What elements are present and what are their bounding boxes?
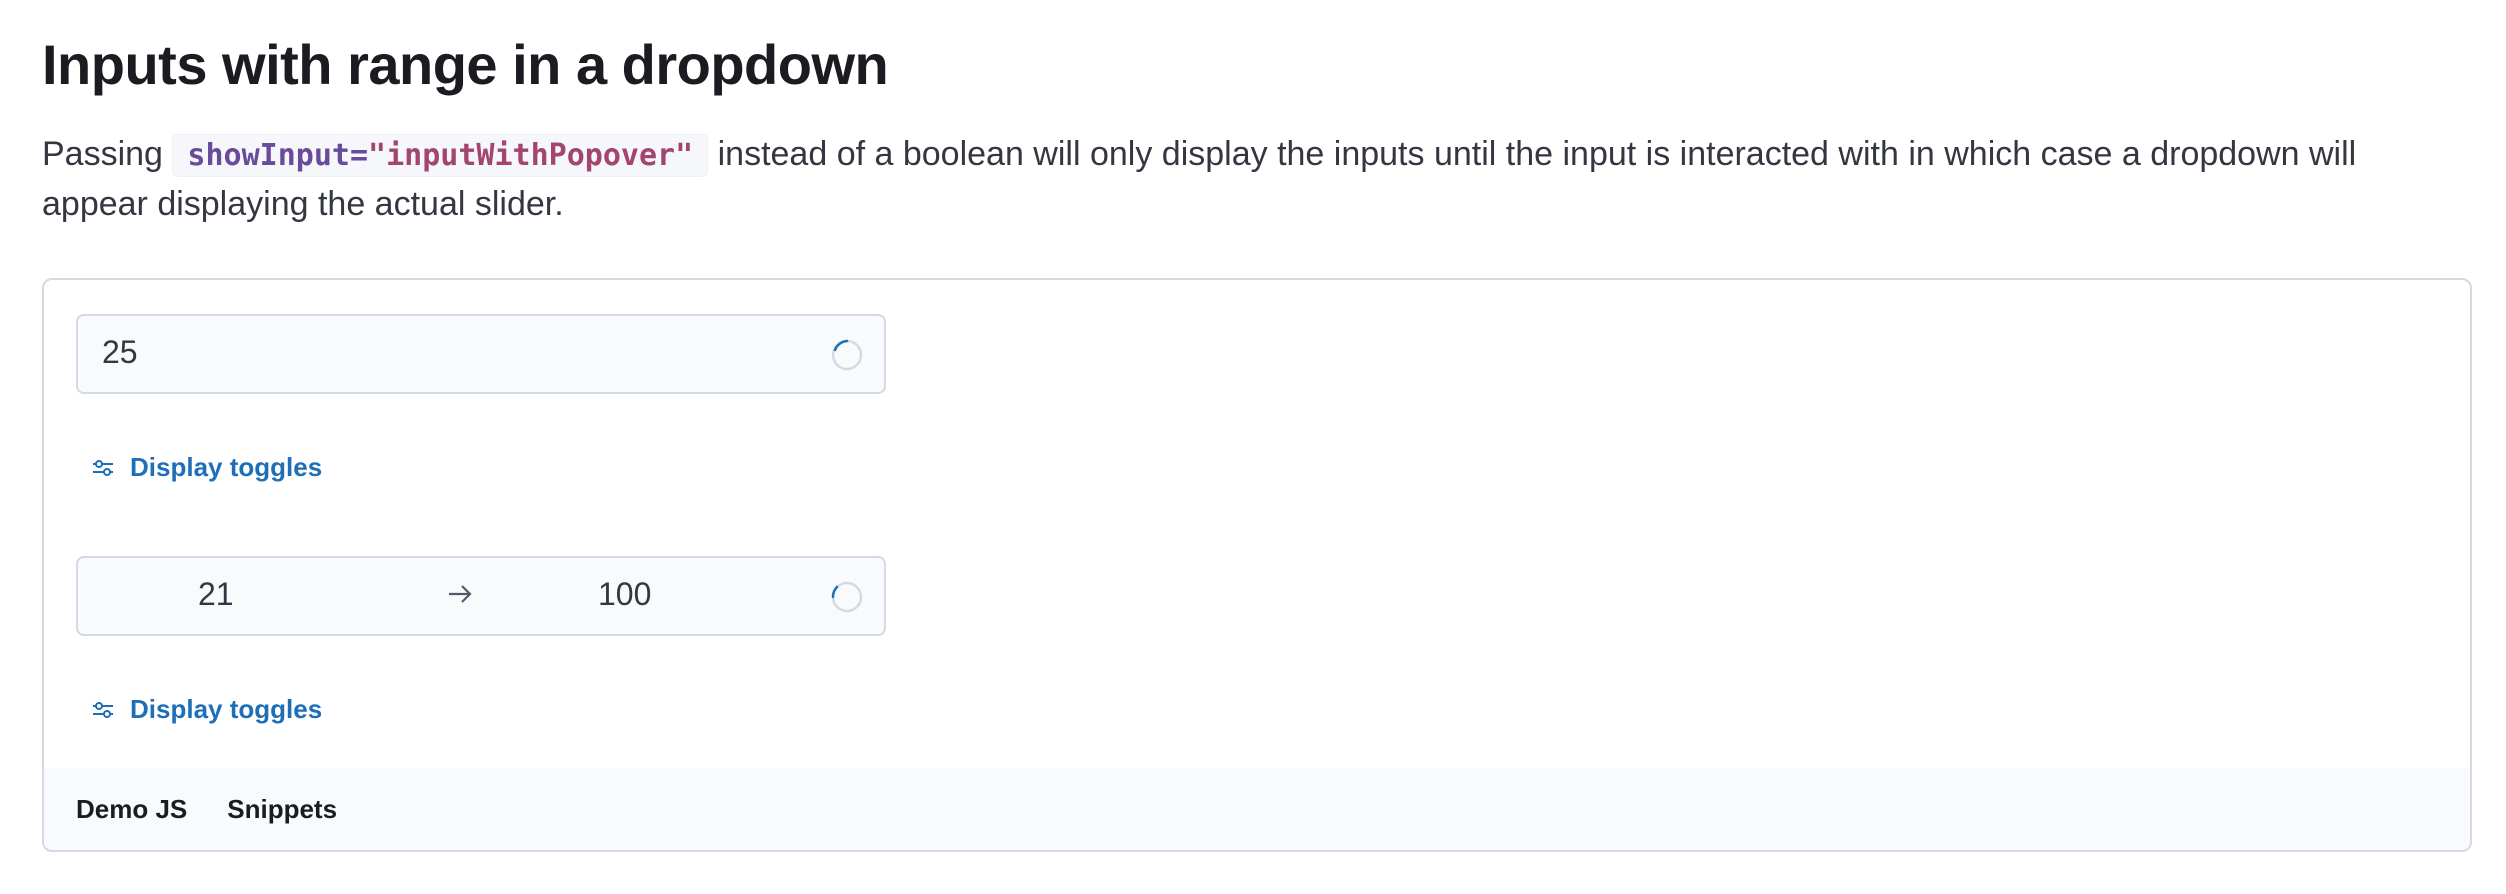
display-toggles-button[interactable]: Display toggles [92,452,322,483]
tab-snippets[interactable]: Snippets [227,794,337,825]
display-toggles-label: Display toggles [130,452,323,482]
range-upper-value[interactable]: 100 [598,576,651,613]
loading-spinner-icon [831,339,863,371]
code-value: "inputWithPopover" [368,138,694,173]
single-value-text[interactable]: 25 [102,334,138,371]
controls-icon [93,701,113,718]
demo-footer: Demo JS Snippets [44,768,2470,850]
arrow-right-icon [449,585,472,603]
page-title: Inputs with range in a dropdown [42,33,889,96]
code-attribute: showInput= [187,138,369,173]
display-toggles-label: Display toggles [130,694,323,724]
display-toggles-button[interactable]: Display toggles [92,694,322,725]
range-input[interactable]: 21 100 [76,556,886,636]
loading-spinner-icon [831,581,863,613]
range-lower-value[interactable]: 21 [198,576,234,613]
code-snippet: showInput="inputWithPopover" [172,134,709,177]
controls-icon [93,459,113,476]
demo-panel: 25 Display toggles 21 100 Display toggle… [42,278,2472,852]
section-description: Passing showInput="inputWithPopover" ins… [42,130,2462,228]
tab-demo-js[interactable]: Demo JS [76,794,187,825]
single-value-input[interactable]: 25 [76,314,886,394]
description-lead: Passing [42,135,163,173]
